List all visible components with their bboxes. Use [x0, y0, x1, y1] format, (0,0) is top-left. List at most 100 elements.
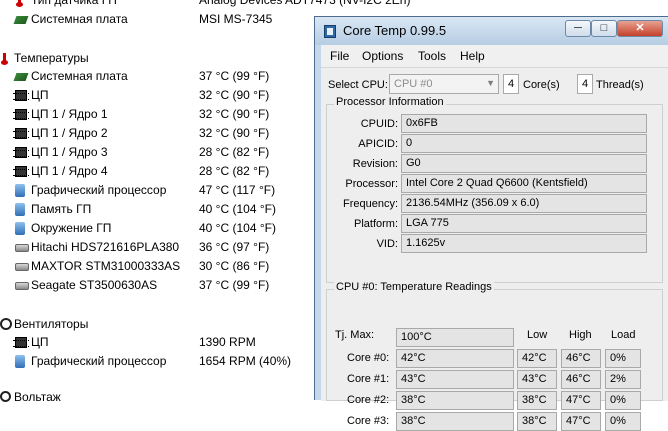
list-item-label: MAXTOR STM31000333AS	[31, 259, 181, 273]
group-label: Температуры	[14, 51, 89, 65]
tjmax-label: Tj. Max:	[335, 329, 375, 341]
chevron-down-icon: ▼	[486, 78, 495, 88]
cores-count: 4	[503, 74, 519, 94]
cpuid-label: CPUID:	[360, 118, 398, 130]
platform-label: Platform:	[353, 218, 398, 230]
list-item-label: ЦП 1 / Ядро 2	[31, 126, 108, 140]
core-2-load: 0%	[605, 391, 641, 410]
list-item-label: Системная плата	[31, 12, 128, 26]
core-0-label: Core #0:	[347, 352, 390, 364]
vid-label: VID:	[376, 238, 398, 250]
list-item-value: Analog Devices ADT7473 (NV-I2C 2Eh)	[199, 0, 411, 7]
core-0-current: 42°C	[396, 349, 514, 368]
list-item-value: 28 °C (82 °F)	[199, 145, 270, 159]
list-item-value: 47 °C (117 °F)	[199, 183, 276, 197]
list-item-value: 37 °C (99 °F)	[199, 69, 270, 83]
list-item-value: MSI MS-7345	[199, 12, 273, 26]
list-item-value: 32 °C (90 °F)	[199, 126, 270, 140]
core-1-label: Core #1:	[347, 373, 390, 385]
col-low-header: Low	[527, 329, 548, 341]
processor-value: Intel Core 2 Quad Q6600 (Kentsfield)	[401, 174, 647, 193]
core-1-current: 43°C	[396, 370, 514, 389]
gpu-icon	[15, 355, 25, 368]
core-1-low: 43°C	[517, 370, 557, 389]
list-item-label: Графический процессор	[31, 354, 167, 368]
cpu-icon	[13, 90, 29, 101]
frequency-value: 2136.54MHz (356.09 x 6.0)	[401, 194, 647, 213]
menu-options[interactable]: Options	[362, 49, 403, 63]
gpu-icon	[15, 222, 25, 235]
core-0-high: 46°C	[561, 349, 601, 368]
title-bar[interactable]: Core Temp 0.99.5 ─ □ ✕	[315, 17, 668, 45]
temp-sensor-icon	[15, 0, 25, 7]
apicid-value: 0	[401, 134, 647, 153]
list-item-value: 40 °C (104 °F)	[199, 221, 276, 235]
cpu-icon	[13, 166, 29, 177]
core-1-high: 46°C	[561, 370, 601, 389]
core-3-load: 0%	[605, 412, 641, 431]
list-item-label: Seagate ST3500630AS	[31, 278, 158, 292]
list-item-value: 1654 RPM (40%)	[199, 354, 292, 368]
menu-help[interactable]: Help	[460, 49, 485, 63]
menu-bar: File Options Tools Help	[321, 45, 668, 68]
apicid-label: APICID:	[358, 138, 398, 150]
core-1-load: 2%	[605, 370, 641, 389]
close-button[interactable]: ✕	[617, 20, 663, 37]
gpu-icon	[15, 184, 25, 197]
processor-label: Processor:	[345, 178, 398, 190]
select-cpu-value: CPU #0	[394, 78, 433, 90]
list-item-label: Hitachi HDS721616PLA380	[31, 240, 180, 254]
list-item-label: ЦП 1 / Ядро 1	[31, 107, 108, 121]
revision-label: Revision:	[352, 158, 398, 170]
core-2-label: Core #2:	[347, 394, 390, 406]
list-item-value: 32 °C (90 °F)	[199, 88, 270, 102]
group-label: Вольтаж	[14, 390, 61, 404]
platform-value: LGA 775	[401, 214, 647, 233]
threads-count: 4	[577, 74, 593, 94]
list-item-value: 32 °C (90 °F)	[199, 107, 270, 121]
col-high-header: High	[569, 329, 592, 341]
menu-file[interactable]: File	[330, 49, 349, 63]
maximize-button[interactable]: □	[591, 20, 617, 37]
cpu-icon	[13, 109, 29, 120]
list-item-label: Графический процессор	[31, 183, 167, 197]
core-2-low: 38°C	[517, 391, 557, 410]
voltage-icon	[0, 391, 11, 402]
core-2-high: 47°C	[561, 391, 601, 410]
list-item-label: Окружение ГП	[31, 221, 112, 235]
list-item-value: 37 °C (99 °F)	[199, 278, 270, 292]
core-3-current: 38°C	[396, 412, 514, 431]
frequency-label: Frequency:	[342, 198, 398, 210]
core-temp-window[interactable]: Core Temp 0.99.5 ─ □ ✕ File Options Tool…	[314, 16, 668, 431]
processor-info-title: Processor Information	[334, 96, 446, 108]
menu-tools[interactable]: Tools	[418, 49, 446, 63]
cpuid-value: 0x6FB	[401, 114, 647, 133]
minimize-button[interactable]: ─	[565, 20, 591, 37]
revision-value: G0	[401, 154, 647, 173]
tjmax-value: 100°C	[396, 328, 514, 347]
list-item-label: Тип датчика ГП	[31, 0, 117, 7]
cpu-icon	[13, 337, 29, 348]
cores-label: Core(s)	[523, 79, 560, 91]
threads-label: Thread(s)	[596, 79, 644, 91]
temperature-readings-title: CPU #0: Temperature Readings	[334, 281, 494, 293]
list-item-value: 28 °C (82 °F)	[199, 164, 270, 178]
hdd-icon	[15, 282, 29, 290]
core-0-low: 42°C	[517, 349, 557, 368]
fan-icon	[0, 318, 12, 330]
core-3-low: 38°C	[517, 412, 557, 431]
list-item-label: Память ГП	[31, 202, 92, 216]
window-client: File Options Tools Help Select CPU: CPU …	[321, 45, 668, 431]
list-item-label: ЦП 1 / Ядро 4	[31, 164, 108, 178]
temperature-icon	[0, 53, 10, 65]
select-cpu-dropdown[interactable]: CPU #0 ▼	[389, 74, 499, 94]
list-item-value: 40 °C (104 °F)	[199, 202, 276, 216]
list-item-label: ЦП 1 / Ядро 3	[31, 145, 108, 159]
select-cpu-label: Select CPU:	[328, 79, 388, 91]
list-item-label: ЦП	[31, 88, 49, 102]
app-icon	[324, 25, 336, 38]
list-item-value: 1390 RPM	[199, 335, 256, 349]
core-2-current: 38°C	[396, 391, 514, 410]
core-0-load: 0%	[605, 349, 641, 368]
vid-value: 1.1625v	[401, 234, 647, 253]
